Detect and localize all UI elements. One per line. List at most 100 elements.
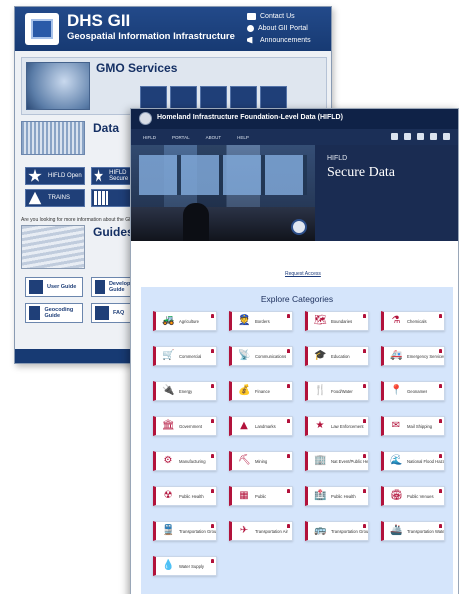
category-tile[interactable]: ⚗ Chemicals <box>381 311 445 331</box>
capitol-icon: 🏛 <box>162 420 175 431</box>
category-tile[interactable]: ✈ Transportation Air <box>229 521 293 541</box>
gmo-service-button[interactable] <box>260 86 287 110</box>
lock-icon <box>439 489 442 493</box>
hifld-secure-button[interactable]: HIFLD Secure <box>91 167 135 185</box>
category-tile[interactable]: 🏢 Nat Event/Public Health <box>305 451 369 471</box>
category-tile[interactable]: 🚜 Agriculture <box>153 311 217 331</box>
facebook-icon[interactable] <box>404 133 411 140</box>
category-tile[interactable]: 🚢 Transportation Water <box>381 521 445 541</box>
monument-icon: ▲ <box>240 420 248 431</box>
lock-icon <box>287 419 290 423</box>
category-tile[interactable]: 🍴 Food/Water <box>305 381 369 401</box>
graduation-cap-icon: 🎓 <box>314 350 327 361</box>
operations-desk <box>131 207 315 241</box>
gmo-service-button[interactable] <box>200 86 227 110</box>
gii-title: DHS GII <box>67 11 131 30</box>
code-icon <box>95 280 105 294</box>
explore-categories-panel: Explore Categories 🚜 Agriculture 👮 Borders 🗺… <box>141 287 453 594</box>
category-tile[interactable]: 💧 Water Supply <box>153 556 217 576</box>
category-tile[interactable]: 💰 Finance <box>229 381 293 401</box>
gmo-service-button[interactable] <box>230 86 257 110</box>
social-links <box>391 133 450 140</box>
hifld-site-title[interactable]: Homeland Infrastructure Foundation-Level… <box>157 114 343 121</box>
category-label: Chemicals <box>407 318 427 324</box>
category-tile[interactable]: ⚙ Manufacturing <box>153 451 217 471</box>
nav-item-portal[interactable]: PORTAL <box>172 135 190 140</box>
gii-header: DHS GII Geospatial Information Infrastru… <box>15 7 331 51</box>
request-access-link[interactable]: Request Access <box>285 271 321 277</box>
hero-kicker: HIFLD <box>327 155 348 162</box>
nav-item-hifld[interactable]: HIFLD <box>143 135 156 140</box>
gmo-service-button[interactable] <box>140 86 167 110</box>
category-tile[interactable]: 🗺 Boundaries <box>305 311 369 331</box>
category-tile[interactable]: 📍 Geonames <box>381 381 445 401</box>
geocoding-guide-button[interactable]: Geocoding Guide <box>25 303 83 323</box>
category-tile[interactable]: 📡 Communications <box>229 346 293 366</box>
category-tile[interactable]: 🔌 Energy <box>153 381 217 401</box>
border-officer-icon: 👮 <box>238 315 251 326</box>
monitor-wall <box>139 155 307 195</box>
data-grid-button[interactable] <box>91 189 135 207</box>
lock-icon <box>211 349 214 353</box>
category-tile[interactable]: 🏟 Public Venues <box>381 486 445 506</box>
data-section-image <box>21 121 85 155</box>
lock-icon <box>439 419 442 423</box>
category-tile[interactable]: 🚆 Transportation Ground <box>153 521 217 541</box>
category-label: Public Health <box>331 493 356 499</box>
hifld-topbar: Homeland Infrastructure Foundation-Level… <box>131 109 458 129</box>
guides-image <box>21 225 85 269</box>
search-icon[interactable] <box>391 133 398 140</box>
category-tile[interactable]: ✉ Mail Shipping <box>381 416 445 436</box>
map-pin-icon: 📍 <box>390 385 403 396</box>
category-tile[interactable]: ⛏ Mining <box>229 451 293 471</box>
hero-banner: HIFLD Secure Data <box>131 145 458 241</box>
category-tile[interactable]: 👮 Borders <box>229 311 293 331</box>
nav-item-about[interactable]: ABOUT <box>206 135 222 140</box>
category-tile[interactable]: 🚌 Transportation Ground <box>305 521 369 541</box>
category-tile[interactable]: 🏥 Public Health <box>305 486 369 506</box>
lock-icon <box>363 384 366 388</box>
announcements-link[interactable]: Announcements <box>247 34 331 46</box>
dhs-seal-icon <box>291 219 307 235</box>
user-guide-button[interactable]: User Guide <box>25 277 83 297</box>
tractor-icon: 🚜 <box>162 315 175 326</box>
about-portal-link[interactable]: About GII Portal <box>247 22 331 34</box>
gii-logo-icon[interactable] <box>25 13 59 45</box>
category-label: Government <box>179 423 203 429</box>
gear-icon: ⚙ <box>163 455 173 466</box>
contact-us-link[interactable]: Contact Us <box>247 10 331 22</box>
radiation-icon: ☢ <box>163 490 173 501</box>
category-tile[interactable]: ★ Law Enforcement <box>305 416 369 436</box>
twitter-icon[interactable] <box>417 133 424 140</box>
category-tile[interactable]: 🛒 Commercial <box>153 346 217 366</box>
category-label: Water Supply <box>179 563 204 569</box>
category-tile[interactable]: 🌊 National Flood Hazard <box>381 451 445 471</box>
category-tile[interactable]: ▦ Public <box>229 486 293 506</box>
category-label: Manufacturing <box>179 458 206 464</box>
gmo-service-button[interactable] <box>170 86 197 110</box>
category-label: Borders <box>255 318 270 324</box>
gmo-services-image <box>26 62 90 110</box>
category-label: Transportation Water <box>407 528 444 534</box>
category-label: Finance <box>255 388 270 394</box>
category-tile[interactable]: 🏛 Government <box>153 416 217 436</box>
hifld-open-button[interactable]: HIFLD Open <box>25 167 85 185</box>
category-tile[interactable]: ▲ Landmarks <box>229 416 293 436</box>
category-tile[interactable]: ☢ Public Health <box>153 486 217 506</box>
info-icon <box>247 24 254 32</box>
gmo-services-buttons <box>140 86 287 110</box>
money-bag-icon: 💰 <box>238 385 251 396</box>
linkedin-icon[interactable] <box>443 133 450 140</box>
youtube-icon[interactable] <box>430 133 437 140</box>
nav-item-help[interactable]: HELP <box>237 135 249 140</box>
category-label: Mail Shipping <box>407 423 433 429</box>
category-label: Agriculture <box>179 318 200 324</box>
gmo-services-title: GMO Services <box>96 61 178 75</box>
trains-button[interactable]: TRAINS <box>25 189 85 207</box>
category-tile[interactable]: 🎓 Education <box>305 346 369 366</box>
gii-header-links: Contact Us About GII Portal Announcement… <box>247 10 331 46</box>
lock-icon <box>363 419 366 423</box>
dhs-seal-icon[interactable] <box>139 112 152 125</box>
category-tile[interactable]: 🚑 Emergency Services <box>381 346 445 366</box>
question-icon <box>95 306 109 320</box>
